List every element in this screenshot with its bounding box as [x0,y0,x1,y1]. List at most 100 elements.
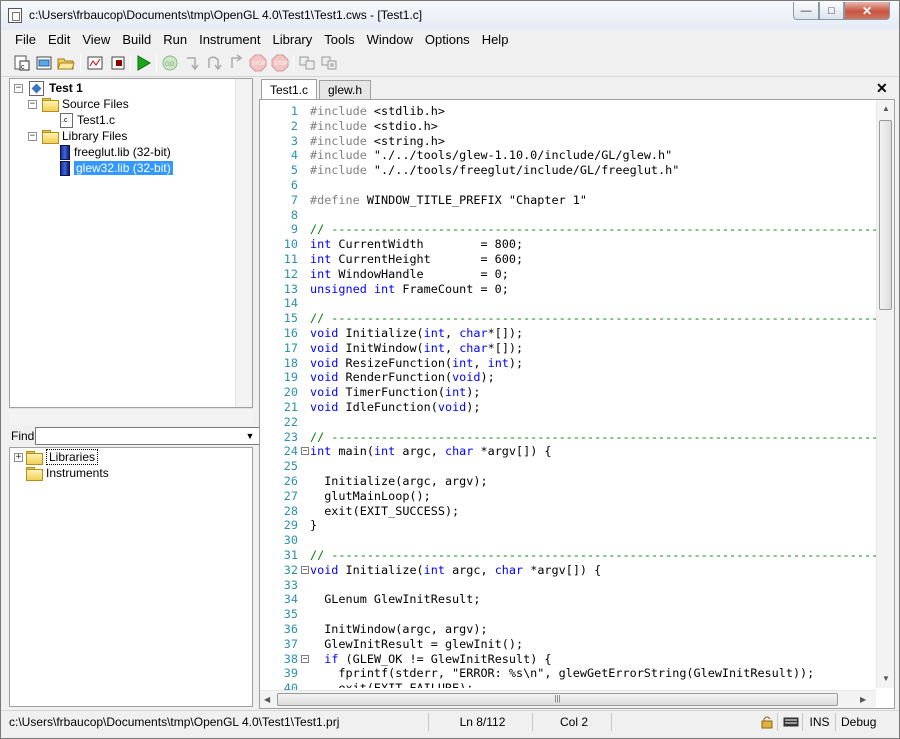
line-number: 1 [290,104,298,118]
menu-edit[interactable]: Edit [42,31,76,49]
collapse-icon[interactable]: − [28,99,37,109]
step-out-icon[interactable] [227,54,245,72]
tree-library-row[interactable]: freeglut.lib (32-bit) [60,144,171,160]
open-folder-icon[interactable] [57,54,75,72]
scroll-left-icon[interactable]: ◀ [264,695,270,704]
code-line[interactable]: InitWindow(argc, argv); [310,622,487,637]
close-button[interactable]: ✕ [844,2,890,20]
build-stop-icon[interactable] [109,54,127,72]
code-line[interactable]: unsigned int FrameCount = 0; [310,282,509,297]
fold-toggle-icon[interactable]: − [301,447,309,456]
code-line[interactable]: void RenderFunction(void); [310,370,495,385]
fold-toggle-icon[interactable]: − [301,654,309,663]
code-area[interactable]: #include <stdlib.h> #include <stdio.h> #in… [310,104,876,688]
code-line[interactable]: Initialize(argc, argv); [310,474,487,489]
tree-libraries-row[interactable]: + Libraries [14,449,99,465]
code-line[interactable]: #include "./../tools/freeglut/include/GL… [310,163,679,178]
code-line[interactable]: GlewInitResult = glewInit(); [310,637,523,652]
go-icon[interactable]: GO [161,54,179,72]
code-line[interactable]: void Initialize(int, char*[]); [310,326,523,341]
editor-vscrollbar[interactable]: ▲ ▼ [876,100,894,688]
find-input[interactable]: ▼ [35,427,260,445]
menu-library[interactable]: Library [267,31,319,49]
code-line[interactable]: } [310,518,317,533]
menu-view[interactable]: View [76,31,116,49]
editor-hscrollbar[interactable]: ◀ ||| ▶ [260,690,876,708]
code-line[interactable]: if (GLEW_OK != GlewInitResult) { [310,652,551,667]
chevron-down-icon[interactable]: ▼ [243,429,257,443]
tab-test1-c[interactable]: Test1.c [261,79,318,99]
code-line[interactable]: #include <string.h> [310,134,445,149]
code-line[interactable]: #include <stdlib.h> [310,104,445,119]
code-line[interactable]: int WindowHandle = 0; [310,267,509,282]
menu-help[interactable]: Help [476,31,515,49]
code-editor[interactable]: 1 2 3 4 5 6 7 8 9 10 11 12 13 14 15 16 17 18 19 20 21 22 23 24−… [259,99,895,709]
code-line[interactable]: int CurrentHeight = 600; [310,252,523,267]
code-line[interactable]: void InitWindow(int, char*[]); [310,341,523,356]
fold-toggle-icon[interactable]: − [301,565,309,574]
tree-project-row[interactable]: − Test 1 [14,80,83,96]
step-over-icon[interactable] [205,54,223,72]
breakpoints-icon[interactable] [320,54,338,72]
code-line[interactable]: fprintf(stderr, "ERROR: %s\n", glewGetEr… [310,666,814,681]
code-line[interactable]: // -------------------------------------… [310,222,876,237]
code-line[interactable]: GLenum GlewInitResult; [310,592,480,607]
editor-vscroll-thumb[interactable] [879,120,892,310]
code-line[interactable]: #include "./../tools/glew-1.10.0/include… [310,148,672,163]
new-source-file-icon[interactable]: c [13,54,31,72]
expand-icon[interactable]: + [14,452,23,462]
new-uir-icon[interactable] [35,54,53,72]
tree-source-file-row[interactable]: .c Test1.c [60,112,115,128]
maximize-button[interactable]: □ [819,2,844,20]
menu-options[interactable]: Options [419,31,476,49]
menu-build[interactable]: Build [116,31,157,49]
menu-window[interactable]: Window [361,31,419,49]
project-tree-scrollbar[interactable] [235,79,252,407]
code-line[interactable]: glutMainLoop(); [310,489,431,504]
tab-glew-h[interactable]: glew.h [319,80,372,99]
code-line[interactable]: #include <stdio.h> [310,119,438,134]
code-line[interactable]: void ResizeFunction(int, int); [310,356,523,371]
app-icon[interactable] [8,8,22,23]
code-line[interactable]: // -------------------------------------… [310,311,876,326]
stop-icon[interactable]: STOP [249,54,267,72]
toggle-breakpoint-icon[interactable] [298,54,316,72]
collapse-icon[interactable]: − [14,83,23,93]
scroll-up-icon[interactable]: ▲ [882,104,890,113]
code-line[interactable]: exit(EXIT_FAILURE); [310,681,473,688]
step-into-icon[interactable] [183,54,201,72]
scroll-down-icon[interactable]: ▼ [882,674,890,683]
code-line[interactable]: void IdleFunction(void); [310,400,481,415]
project-tree-hscrollbar[interactable] [9,408,253,425]
editor-hscroll-thumb[interactable]: ||| [277,693,838,706]
code-line[interactable]: int main(int argc, char *argv[]) { [310,444,552,459]
minimize-button[interactable]: — [793,2,819,20]
tree-source-folder-row[interactable]: − Source Files [28,96,129,112]
source-files-label: Source Files [62,97,129,111]
run-icon[interactable] [134,54,152,72]
code-line[interactable]: exit(EXIT_SUCCESS); [310,504,459,519]
status-insert-mode: INS [804,713,836,731]
panel-splitter[interactable] [9,408,253,426]
menu-tools[interactable]: Tools [318,31,360,49]
code-line[interactable]: void Initialize(int argc, char *argv[]) … [310,563,601,578]
code-line[interactable]: #define WINDOW_TITLE_PREFIX "Chapter 1" [310,193,587,208]
code-line[interactable]: void TimerFunction(int); [310,385,481,400]
c-file-icon: .c [60,112,73,128]
debug-project-icon[interactable] [86,54,104,72]
code-line[interactable]: int CurrentWidth = 800; [310,237,523,252]
tree-library-folder-row[interactable]: − Library Files [28,128,127,144]
code-line[interactable]: // -------------------------------------… [310,430,876,445]
close-tab-icon[interactable]: ✕ [876,80,888,97]
collapse-icon[interactable]: − [28,131,37,141]
line-number: 38 [283,651,298,666]
break-icon[interactable]: STOP [271,54,289,72]
menu-run[interactable]: Run [157,31,193,49]
scroll-right-icon[interactable]: ▶ [860,695,866,704]
code-line[interactable]: // -------------------------------------… [310,548,876,563]
menu-file[interactable]: File [9,31,42,49]
menu-instrument[interactable]: Instrument [193,31,266,49]
svg-text:c: c [21,64,25,71]
tree-library-row[interactable]: glew32.lib (32-bit) [60,160,173,176]
tree-instruments-row[interactable]: Instruments [26,465,109,481]
